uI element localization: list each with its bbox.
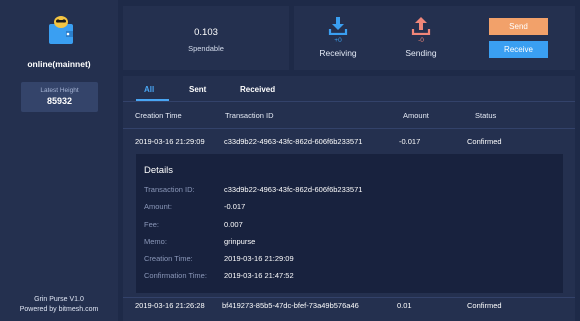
sending-count: -0 <box>418 37 424 44</box>
row-divider <box>123 297 575 298</box>
network-status: online(mainnet) <box>27 59 91 69</box>
sending-indicator: -0 Sending <box>391 6 451 70</box>
detail-transaction-id: c33d9b22-4963-43fc-862d-606f6b233571 <box>224 185 363 194</box>
detail-confirmation-time: 2019-03-16 21:47:52 <box>224 271 294 280</box>
row-transaction-id: bf419273-85b5-47dc-bfef-73a49b576a46 <box>222 301 359 310</box>
transactions-panel: All Sent Received Creation Time Transact… <box>123 76 575 321</box>
header-creation-time: Creation Time <box>135 111 182 120</box>
row-amount: 0.01 <box>397 301 412 310</box>
wallet-icon <box>49 16 73 44</box>
tabs-divider <box>123 101 575 102</box>
receiving-indicator: +0 Receiving <box>308 6 368 70</box>
actions-panel: +0 Receiving -0 Sending Send Receive <box>294 6 575 70</box>
latest-height-label: Latest Height <box>40 87 79 94</box>
tab-all[interactable]: All <box>144 85 154 94</box>
sidebar: online(mainnet) Latest Height 85932 Grin… <box>0 0 118 321</box>
tab-sent[interactable]: Sent <box>189 85 206 94</box>
download-icon <box>328 17 348 35</box>
detail-label: Fee: <box>144 220 160 229</box>
detail-memo: grinpurse <box>224 237 256 246</box>
header-divider <box>123 128 575 129</box>
detail-creation-time: 2019-03-16 21:29:09 <box>224 254 294 263</box>
latest-height-value: 85932 <box>46 96 73 106</box>
receiving-count: +0 <box>334 37 342 44</box>
row-amount: -0.017 <box>399 137 421 146</box>
row-creation-time: 2019-03-16 21:29:09 <box>135 137 205 146</box>
row-status: Confirmed <box>467 137 502 146</box>
spendable-amount: 0.103 <box>194 27 218 38</box>
header-transaction-id: Transaction ID <box>225 111 274 120</box>
detail-fee: 0.007 <box>224 220 243 229</box>
detail-label: Confirmation Time: <box>144 271 207 280</box>
header-amount: Amount <box>403 111 429 120</box>
sending-label: Sending <box>405 48 437 58</box>
latest-height-box: Latest Height 85932 <box>21 82 98 112</box>
app-version: Grin Purse V1.0 <box>34 296 84 303</box>
header-status: Status <box>475 111 497 120</box>
receive-button[interactable]: Receive <box>489 41 548 58</box>
upload-icon <box>411 17 431 35</box>
detail-label: Memo: <box>144 237 167 246</box>
row-creation-time: 2019-03-16 21:26:28 <box>135 301 205 310</box>
details-title: Details <box>144 165 174 176</box>
detail-amount: -0.017 <box>224 202 246 211</box>
detail-label: Creation Time: <box>144 254 193 263</box>
receiving-label: Receiving <box>319 48 357 58</box>
detail-label: Transaction ID: <box>144 185 195 194</box>
row-transaction-id: c33d9b22-4963-43fc-862d-606f6b233571 <box>224 137 363 146</box>
send-button[interactable]: Send <box>489 18 548 35</box>
transaction-details: Details Transaction ID: c33d9b22-4963-43… <box>136 154 563 293</box>
detail-label: Amount: <box>144 202 172 211</box>
powered-by: Powered by bitmesh.com <box>19 306 99 313</box>
spendable-label: Spendable <box>188 44 224 53</box>
tab-received[interactable]: Received <box>240 85 275 94</box>
balance-panel: 0.103 Spendable <box>123 6 289 70</box>
row-status: Confirmed <box>467 301 502 310</box>
